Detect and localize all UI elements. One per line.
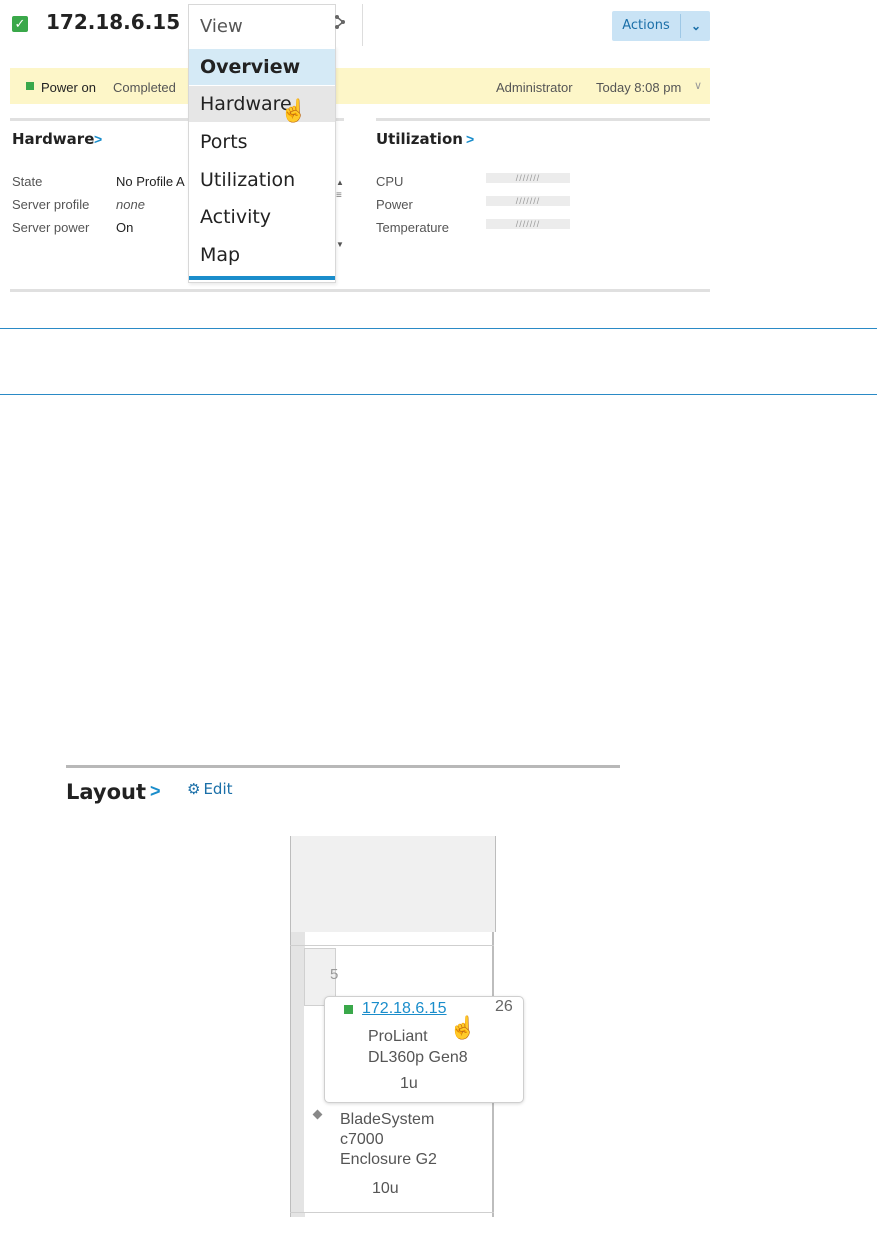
state-value: No Profile A [116,174,185,189]
status-ok-icon: ✓ [12,16,28,32]
scroll-up-icon[interactable]: ▲ [336,178,344,187]
power-status-icon [26,82,34,90]
chevron-down-icon[interactable]: ⌄ [682,11,710,41]
divider-line [0,328,877,329]
server-model-line2: DL360p Gen8 [368,1049,468,1066]
chevron-down-icon[interactable]: ∨ [694,79,702,92]
scroll-down-icon[interactable]: ▼ [336,240,344,249]
menu-item-activity[interactable]: Activity [189,199,335,235]
layout-title[interactable]: Layout [66,780,146,804]
scroll-grip-icon[interactable]: ≡ [336,190,342,201]
menu-item-map[interactable]: Map [189,237,335,273]
menu-item-hardware[interactable]: Hardware [189,86,335,122]
share-icon[interactable] [334,14,346,35]
enclosure-line3: Enclosure G2 [340,1151,437,1168]
rack-slot-divider [290,1212,494,1213]
edit-link[interactable]: ⚙ Edit [187,780,233,799]
actions-divider [680,14,681,38]
server-status-icon [344,1005,353,1014]
page-title: 172.18.6.15 [46,10,181,34]
slot-number: 5 [330,966,339,983]
activity-result: Completed [113,80,176,95]
enclosure-size: 10u [372,1180,399,1197]
view-dropdown-label[interactable]: View [200,16,243,37]
power-meter: /////// [486,196,570,206]
rack-slot-divider [290,945,494,946]
layout-section-rule [66,765,620,768]
rack-empty-space [290,836,496,932]
temperature-meter: /////// [486,219,570,229]
utilization-arrow[interactable]: > [466,131,474,147]
enclosure-line1: BladeSystem [340,1111,435,1128]
power-state: Power on [41,80,96,95]
server-size: 1u [400,1075,418,1092]
utilization-section-rule [376,118,710,121]
divider-line [0,394,877,395]
power-label: Power [376,197,413,212]
activity-user: Administrator [496,80,573,95]
hand-cursor-icon: ☝ [449,1015,477,1040]
actions-button-label[interactable]: Actions [612,11,680,41]
gear-icon: ⚙ [187,781,201,798]
header-divider [362,4,363,46]
server-model-line1: ProLiant [368,1028,428,1045]
view-menu: Overview Hardware Ports Utilization Acti… [188,46,336,283]
menu-item-overview[interactable]: Overview [189,49,335,85]
server-power-value: On [116,220,134,235]
rack-position: 26 [495,998,513,1015]
hardware-arrow[interactable]: > [94,131,102,147]
section-bottom-rule [10,289,710,292]
rack-rail [290,932,305,1217]
cpu-label: CPU [376,174,404,189]
edit-label: Edit [203,780,233,798]
hand-cursor-icon: ☝ [280,98,308,123]
temperature-label: Temperature [376,220,449,235]
menu-bottom-bar [189,276,335,280]
menu-item-utilization[interactable]: Utilization [189,162,335,198]
server-power-label: Server power [12,220,90,235]
layout-arrow[interactable]: > [150,781,161,802]
activity-time: Today 8:08 pm [596,80,682,95]
cpu-meter: /////// [486,173,570,183]
enclosure-line2: c7000 [340,1131,384,1148]
server-link[interactable]: 172.18.6.15 [362,1000,447,1018]
utilization-title[interactable]: Utilization [376,130,463,148]
server-profile-label: Server profile [12,197,90,212]
hardware-title[interactable]: Hardware [12,130,94,148]
menu-item-ports[interactable]: Ports [189,124,335,160]
server-profile-value: none [116,197,145,212]
state-label: State [12,174,43,189]
